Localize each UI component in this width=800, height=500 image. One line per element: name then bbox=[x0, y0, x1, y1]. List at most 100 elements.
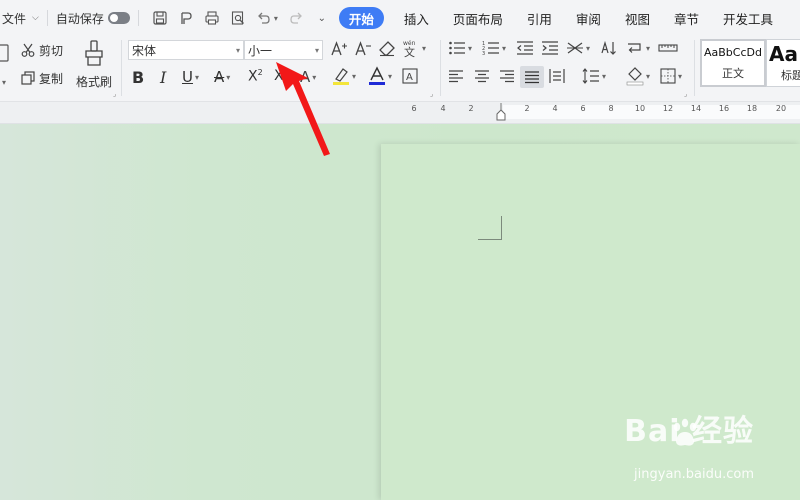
ribbon-home: ▾ 剪切 复制 格式刷 ⌟ 宋体 ▾ 小一 ▾ wén 文 ▾ B I U ▾ A bbox=[0, 36, 800, 102]
bullets-button[interactable]: ▾ bbox=[448, 40, 472, 56]
divider bbox=[46, 10, 48, 26]
ruler-tick: 20 bbox=[775, 104, 787, 113]
tab-page-layout[interactable]: 页面布局 bbox=[441, 0, 515, 36]
justify-icon bbox=[525, 71, 539, 84]
subscript-icon: X2 bbox=[274, 68, 289, 86]
increase-font-size-button[interactable] bbox=[330, 40, 348, 58]
margin-corner-mark bbox=[478, 216, 502, 240]
superscript-button[interactable]: X2 bbox=[248, 68, 263, 85]
format-painter-label: 格式刷 bbox=[75, 75, 112, 89]
phonetic-guide-button[interactable]: wén 文 ▾ bbox=[402, 38, 426, 58]
style-heading[interactable]: Aa 标题 bbox=[766, 39, 800, 87]
font-name-value: 宋体 bbox=[132, 43, 157, 58]
underline-button[interactable]: U ▾ bbox=[182, 68, 199, 86]
align-right-icon bbox=[500, 70, 514, 83]
dialog-launcher-icon[interactable]: ⌟ bbox=[113, 90, 116, 98]
indent-icon bbox=[542, 41, 558, 55]
phonetic-icon: wén文 bbox=[403, 40, 416, 58]
font-name-select[interactable]: 宋体 ▾ bbox=[128, 40, 244, 60]
character-border-icon: A bbox=[402, 68, 418, 84]
text-effect-button[interactable]: A ▾ bbox=[300, 68, 316, 86]
export-pdf-button[interactable] bbox=[175, 7, 197, 29]
ruler-tick: 18 bbox=[746, 104, 758, 113]
line-spacing-icon bbox=[582, 68, 599, 84]
ruler-toggle-button[interactable] bbox=[658, 40, 678, 56]
tab-view[interactable]: 视图 bbox=[613, 0, 662, 36]
chevron-down-icon: ▾ bbox=[312, 72, 317, 82]
tab-insert[interactable]: 插入 bbox=[392, 0, 441, 36]
line-spacing-button[interactable]: ▾ bbox=[582, 68, 606, 84]
customize-quick-access-button[interactable]: ⌄ bbox=[311, 7, 333, 29]
tab-review[interactable]: 审阅 bbox=[564, 0, 613, 36]
paste-dropdown[interactable]: ▾ bbox=[0, 72, 12, 92]
save-button[interactable] bbox=[149, 7, 171, 29]
indent-marker-icon[interactable] bbox=[495, 102, 507, 124]
save-icon bbox=[153, 11, 167, 25]
outdent-icon bbox=[517, 41, 533, 55]
highlight-color-button[interactable]: ▾ bbox=[332, 66, 356, 86]
document-canvas[interactable]: Bai 经验 jingyan.baidu.com bbox=[0, 124, 800, 500]
copy-icon bbox=[21, 71, 35, 85]
divider bbox=[694, 40, 695, 96]
font-color-button[interactable]: ▾ bbox=[368, 66, 392, 86]
dialog-launcher-icon[interactable]: ⌟ bbox=[430, 90, 433, 98]
align-left-icon bbox=[449, 70, 463, 83]
numbering-button[interactable]: 123 ▾ bbox=[482, 40, 506, 56]
tab-references[interactable]: 引用 bbox=[515, 0, 564, 36]
subscript-button[interactable]: X2 bbox=[274, 68, 289, 86]
paste-button[interactable] bbox=[0, 40, 12, 66]
style-heading-preview: Aa bbox=[769, 42, 798, 66]
chevron-down-icon: ▾ bbox=[502, 43, 507, 53]
style-normal[interactable]: AaBbCcDd 正文 bbox=[700, 39, 766, 87]
autosave-toggle[interactable]: 自动保存 bbox=[56, 0, 130, 36]
character-border-button[interactable]: A bbox=[402, 68, 418, 84]
strikethrough-button[interactable]: A ▾ bbox=[214, 68, 230, 86]
align-left-button[interactable] bbox=[448, 68, 464, 84]
borders-button[interactable]: ▾ bbox=[660, 68, 682, 84]
divider bbox=[137, 10, 139, 26]
svg-text:3: 3 bbox=[482, 51, 485, 56]
chevron-down-icon: ▾ bbox=[602, 71, 607, 81]
sort-button[interactable] bbox=[600, 40, 618, 56]
copy-button[interactable]: 复制 bbox=[20, 68, 63, 88]
eraser-icon bbox=[379, 41, 395, 57]
show-hide-marks-button[interactable]: ▾ bbox=[626, 40, 650, 56]
chevron-down-icon: ▾ bbox=[646, 43, 651, 53]
copy-label: 复制 bbox=[39, 71, 64, 86]
shading-button[interactable]: ▾ bbox=[626, 66, 650, 86]
align-center-button[interactable] bbox=[474, 68, 490, 84]
align-right-button[interactable] bbox=[499, 68, 515, 84]
decrease-indent-button[interactable] bbox=[516, 40, 534, 56]
chevron-down-icon: ▾ bbox=[586, 43, 591, 53]
paste-icon bbox=[0, 44, 9, 62]
autosave-label: 自动保存 bbox=[55, 11, 104, 26]
redo-button[interactable] bbox=[285, 7, 307, 29]
horizontal-ruler[interactable]: 6 4 2 2 4 6 8 10 12 14 16 18 20 bbox=[0, 102, 800, 124]
superscript-icon: X2 bbox=[248, 68, 263, 85]
cut-label: 剪切 bbox=[39, 43, 64, 58]
ruler-tick: 6 bbox=[580, 104, 586, 113]
chinese-layout-button[interactable]: ▾ bbox=[566, 40, 590, 56]
increase-indent-button[interactable] bbox=[541, 40, 559, 56]
distributed-align-button[interactable] bbox=[549, 68, 565, 84]
tab-section[interactable]: 章节 bbox=[662, 0, 711, 36]
toggle-switch-icon bbox=[107, 12, 130, 24]
ruler-tick: 2 bbox=[468, 104, 474, 113]
ruler-tick: 14 bbox=[690, 104, 702, 113]
tab-developer[interactable]: 开发工具 bbox=[711, 0, 785, 36]
undo-button[interactable]: ▾ bbox=[253, 7, 281, 29]
cut-button[interactable]: 剪切 bbox=[20, 40, 63, 60]
clear-formatting-button[interactable] bbox=[378, 40, 396, 58]
printer-icon bbox=[205, 11, 219, 25]
font-size-select[interactable]: 小一 ▾ bbox=[244, 40, 323, 60]
tab-home[interactable]: 开始 bbox=[338, 7, 384, 29]
print-preview-button[interactable] bbox=[227, 7, 249, 29]
dialog-launcher-icon[interactable]: ⌟ bbox=[684, 90, 687, 98]
bold-button[interactable]: B bbox=[132, 68, 144, 87]
italic-button[interactable]: I bbox=[160, 68, 166, 87]
file-menu[interactable]: 文件 ⌵ bbox=[2, 0, 39, 36]
print-button[interactable] bbox=[201, 7, 223, 29]
decrease-font-size-button[interactable] bbox=[354, 40, 372, 58]
format-painter-button[interactable]: 格式刷 bbox=[74, 40, 114, 90]
justify-button[interactable] bbox=[520, 66, 544, 88]
